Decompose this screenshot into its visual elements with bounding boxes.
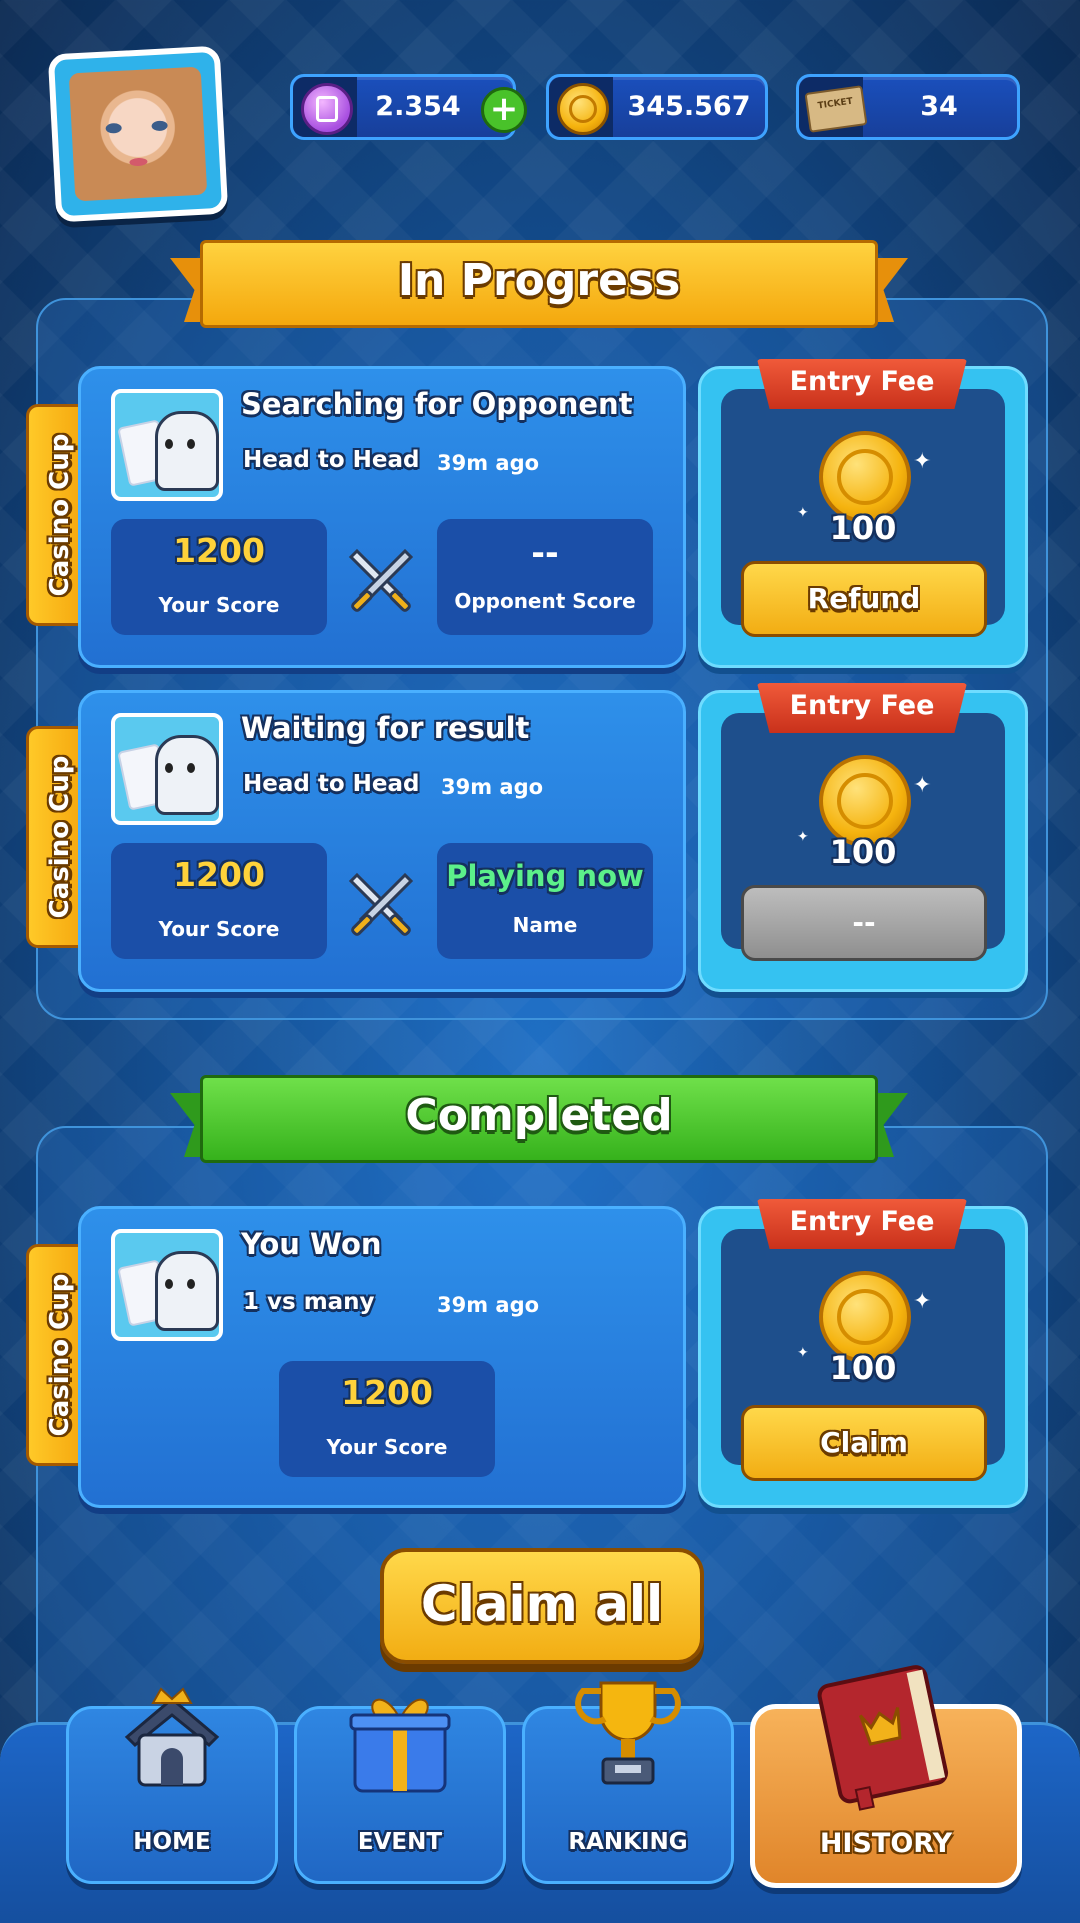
game-card-won[interactable]: You Won 1 vs many 39m ago 1200 Your Scor… <box>78 1206 686 1508</box>
disabled-action-button: -- <box>741 885 987 961</box>
crossed-swords-icon <box>345 543 417 615</box>
opponent-name: Name <box>512 913 578 937</box>
opponent-score-label: Opponent Score <box>454 589 636 613</box>
gem-balance: 2.354 <box>375 91 461 122</box>
entry-fee-card: Entry Fee ✦ ✦ 100 -- <box>698 683 1028 992</box>
gold-coin-icon <box>557 83 609 135</box>
home-icon <box>117 1685 227 1795</box>
gift-icon <box>345 1679 455 1795</box>
your-score-box: 1200 Your Score <box>111 519 327 635</box>
opponent-playing-status: Playing now <box>446 859 644 893</box>
match-mode: Head to Head <box>243 447 420 473</box>
gem-coin-icon <box>301 83 353 135</box>
opponent-status-box: Playing now Name <box>437 843 653 959</box>
gem-currency-pill: 2.354 + <box>290 74 527 140</box>
nav-home[interactable]: HOME <box>66 1687 278 1884</box>
game-card-searching[interactable]: Searching for Opponent Head to Head 39m … <box>78 366 686 668</box>
game-card-waiting[interactable]: Waiting for result Head to Head 39m ago … <box>78 690 686 992</box>
match-time: 39m ago <box>437 451 540 475</box>
your-score-value: 1200 <box>341 1373 433 1412</box>
casino-cup-game-icon <box>111 713 223 825</box>
match-result: You Won <box>241 1227 382 1261</box>
opponent-score-box: -- Opponent Score <box>437 519 653 635</box>
completed-title: Completed <box>405 1090 673 1141</box>
ticket-currency-pill: TICKET 34 <box>796 74 1020 140</box>
in-progress-header: In Progress <box>170 240 908 328</box>
entry-fee-ribbon: Entry Fee <box>757 359 967 415</box>
completed-header: Completed <box>170 1075 908 1163</box>
crossed-swords-icon <box>345 867 417 939</box>
ticket-balance: 34 <box>920 91 958 122</box>
entry-fee-amount: 100 <box>829 833 897 871</box>
claim-button[interactable]: Claim <box>741 1405 987 1481</box>
avatar-portrait <box>68 66 208 202</box>
your-score-value: 1200 <box>173 855 265 894</box>
book-icon <box>802 1652 966 1818</box>
entry-fee-card: Entry Fee ✦ ✦ 100 Claim <box>698 1199 1028 1508</box>
match-time: 39m ago <box>437 1293 540 1317</box>
add-gems-button[interactable]: + <box>481 87 527 133</box>
match-status: Waiting for result <box>241 711 530 745</box>
ticket-icon: TICKET <box>804 85 868 133</box>
match-status: Searching for Opponent <box>241 387 633 421</box>
entry-fee-card: Entry Fee ✦ ✦ 100 Refund <box>698 359 1028 668</box>
nav-ranking[interactable]: RANKING <box>522 1681 734 1884</box>
match-mode: 1 vs many <box>243 1289 375 1315</box>
entry-fee-amount: 100 <box>829 509 897 547</box>
casino-cup-game-icon <box>111 1229 223 1341</box>
refund-button[interactable]: Refund <box>741 561 987 637</box>
opponent-score-value: -- <box>531 533 559 572</box>
player-avatar[interactable] <box>47 45 229 223</box>
entry-fee-ribbon: Entry Fee <box>757 683 967 739</box>
gold-currency-pill: 345.567 <box>546 74 768 140</box>
nav-event[interactable]: EVENT <box>294 1698 506 1884</box>
casino-cup-game-icon <box>111 389 223 501</box>
entry-fee-ribbon: Entry Fee <box>757 1199 967 1255</box>
in-progress-title: In Progress <box>397 255 681 306</box>
your-score-label: Your Score <box>158 593 280 617</box>
your-score-box: 1200 Your Score <box>111 843 327 959</box>
nav-history[interactable]: HISTORY <box>750 1665 1022 1888</box>
gold-balance: 345.567 <box>627 91 751 122</box>
match-time: 39m ago <box>441 775 544 799</box>
entry-fee-amount: 100 <box>829 1349 897 1387</box>
your-score-label: Your Score <box>158 917 280 941</box>
your-score-box: 1200 Your Score <box>279 1361 495 1477</box>
your-score-label: Your Score <box>326 1435 448 1459</box>
claim-all-button[interactable]: Claim all <box>380 1548 704 1664</box>
trophy-icon <box>573 1673 683 1793</box>
your-score-value: 1200 <box>173 531 265 570</box>
match-mode: Head to Head <box>243 771 420 797</box>
